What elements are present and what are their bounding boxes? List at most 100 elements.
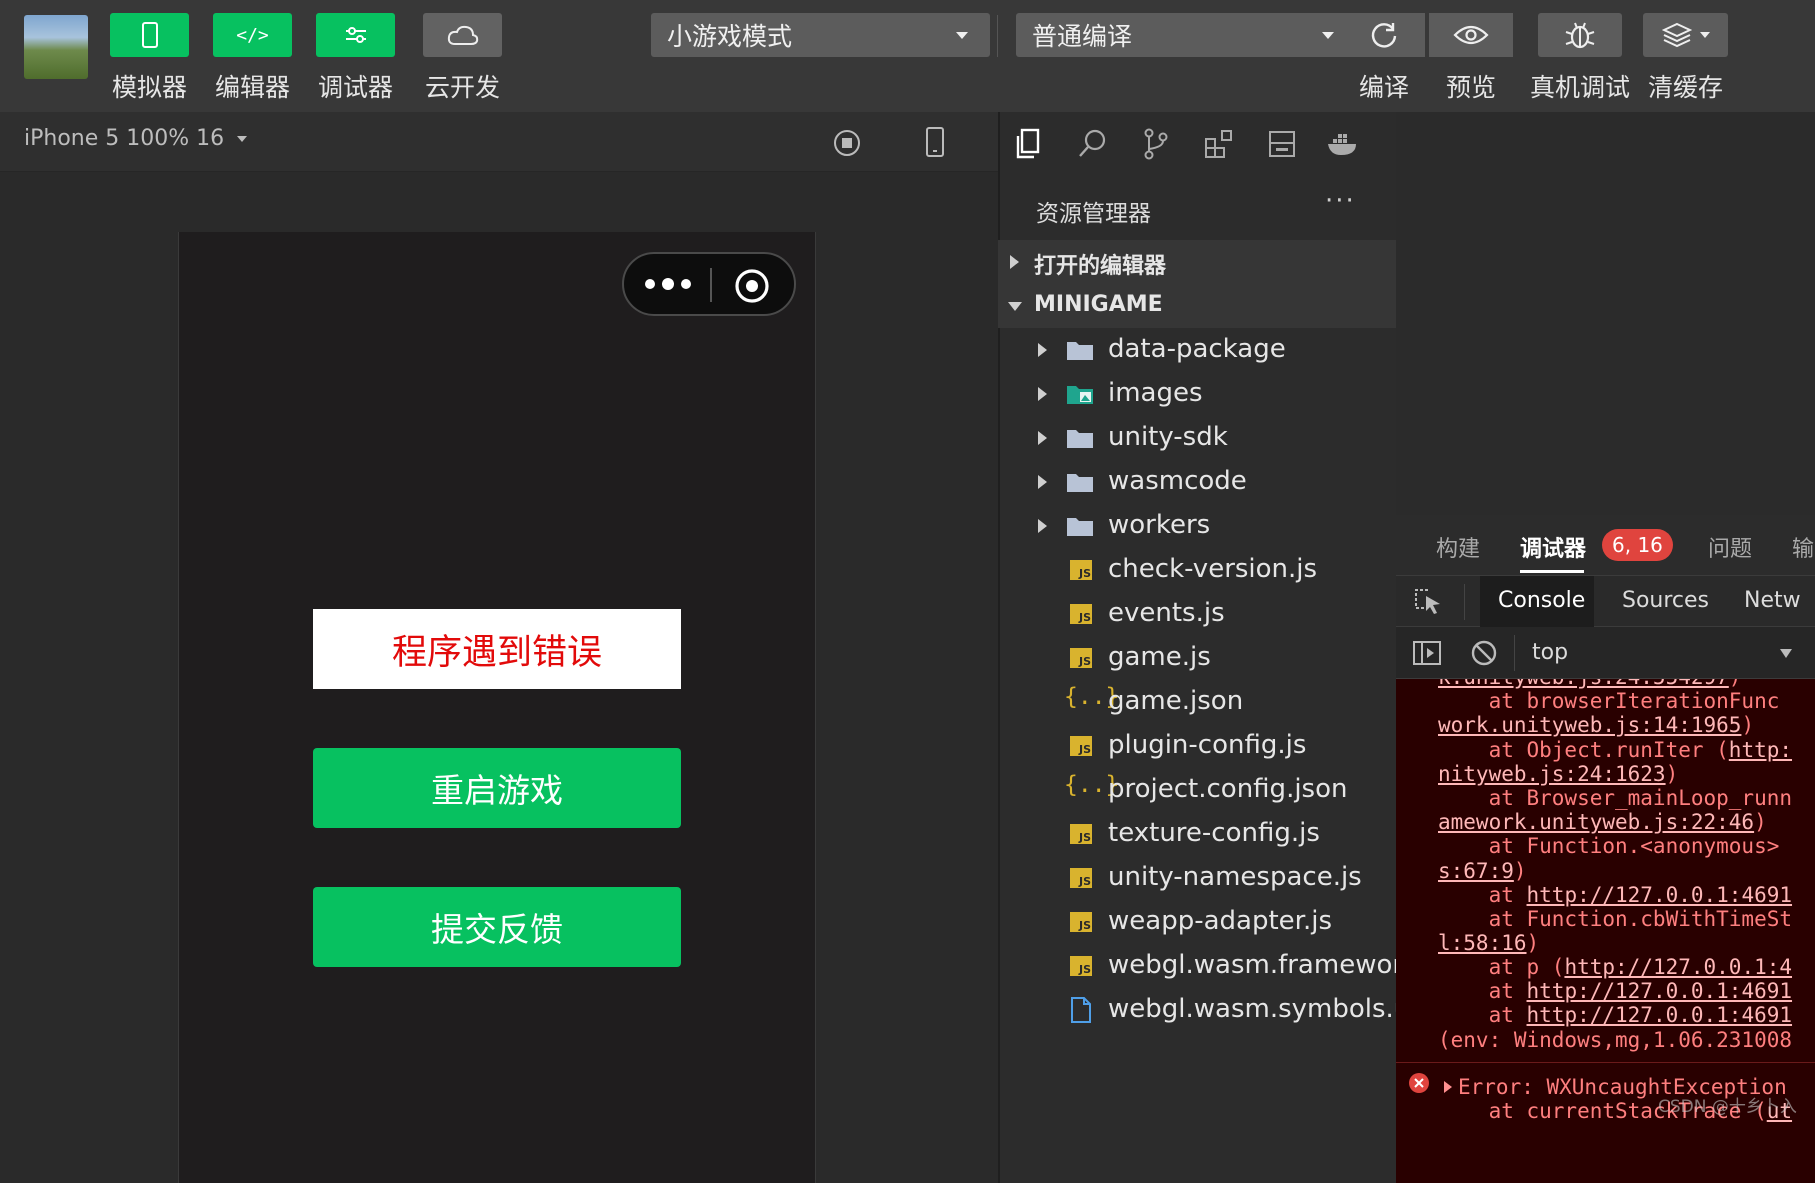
sidebar-toggle-icon[interactable] [1412, 639, 1442, 667]
chevron-right-icon [1010, 255, 1019, 269]
avatar[interactable] [24, 15, 88, 79]
chevron-right-icon [1038, 519, 1047, 533]
chevron-down-icon[interactable] [1780, 649, 1792, 658]
simulator-label: 模拟器 [111, 73, 187, 102]
open-editors-section[interactable]: 打开的编辑器 [998, 240, 1396, 284]
debugger-label: 调试器 [317, 73, 393, 102]
js-file-icon: JS [1070, 736, 1092, 756]
file-name: webgl.wasm.framewor... [1108, 950, 1426, 980]
save-icon[interactable] [1265, 127, 1299, 161]
tab-debugger[interactable]: 调试器 [1520, 531, 1586, 563]
error-icon [1409, 1073, 1429, 1093]
capsule-menu[interactable] [622, 252, 796, 316]
tab-network[interactable]: Netw [1744, 588, 1801, 613]
device-rotate-icon[interactable] [924, 126, 946, 158]
folder-row[interactable]: data-package [998, 328, 1396, 372]
file-row[interactable]: webgl.wasm.symbols.u... [998, 988, 1435, 1032]
chevron-down-icon [237, 136, 248, 142]
console-line: amework.unityweb.js:22:46) [1438, 810, 1767, 834]
console-line: at p (http://127.0.0.1:4 [1438, 955, 1793, 979]
folder-name: workers [1108, 510, 1211, 540]
simulator-button[interactable] [110, 13, 189, 57]
compile-select[interactable]: 普通编译 [1016, 13, 1356, 57]
folder-row[interactable]: wasmcode [998, 460, 1396, 504]
file-row[interactable]: JS check-version.js [998, 548, 1396, 592]
file-row[interactable]: {..} game.json [998, 680, 1396, 724]
project-label: MINIGAME [1034, 292, 1163, 317]
restart-game-button[interactable]: 重启游戏 [313, 748, 681, 828]
editor-label: 编辑器 [214, 73, 290, 102]
console-line: at http://127.0.0.1:4691 [1438, 979, 1793, 1003]
clear-console-icon[interactable] [1470, 639, 1498, 667]
layers-icon [1661, 22, 1692, 48]
status-badge: 6, 16 [1602, 529, 1673, 561]
expand-triangle-icon[interactable] [1444, 1081, 1452, 1093]
folder-icon [1067, 342, 1093, 360]
submit-feedback-button[interactable]: 提交反馈 [313, 887, 681, 967]
file-row[interactable]: JS game.js [998, 636, 1396, 680]
device-select[interactable]: iPhone 5 100% 16 [24, 126, 248, 151]
device-debug-button[interactable] [1538, 13, 1622, 57]
chevron-down-icon [1699, 32, 1710, 38]
activity-bar [998, 112, 1396, 172]
file-row[interactable]: JS plugin-config.js [998, 724, 1396, 768]
code-icon: </> [236, 24, 269, 46]
mode-select[interactable]: 小游戏模式 [651, 13, 990, 57]
explorer-more-button[interactable]: ··· [1325, 186, 1356, 216]
close-target-icon[interactable] [734, 268, 770, 304]
tab-output[interactable]: 输 [1792, 531, 1814, 563]
image-folder-icon [1067, 386, 1093, 404]
folder-row[interactable]: images [998, 372, 1396, 416]
cloud-button[interactable] [423, 13, 502, 57]
bar-divider [1514, 635, 1515, 671]
folder-row[interactable]: unity-sdk [998, 416, 1396, 460]
console-line: nityweb.js:24:1623) [1438, 762, 1679, 786]
clear-cache-button[interactable] [1643, 13, 1728, 57]
docker-icon[interactable] [1326, 127, 1360, 161]
console-line: at browserIterationFunc [1438, 689, 1780, 713]
source-control-icon[interactable] [1139, 127, 1173, 161]
debugger-button[interactable] [316, 13, 395, 57]
file-name: plugin-config.js [1108, 730, 1307, 760]
extensions-icon[interactable] [1202, 127, 1236, 161]
chevron-down-icon [1322, 32, 1334, 39]
more-dots-icon[interactable] [644, 276, 692, 292]
folder-icon [1067, 430, 1093, 448]
tab-build[interactable]: 构建 [1436, 531, 1480, 563]
chevron-right-icon [1038, 387, 1047, 401]
tab-sources[interactable]: Sources [1622, 588, 1709, 613]
search-icon[interactable] [1076, 127, 1110, 161]
console-line: at Function.<anonymous> [1438, 834, 1780, 858]
preview-button[interactable] [1429, 13, 1513, 57]
cloud-icon [447, 25, 478, 45]
project-section[interactable]: MINIGAME [998, 284, 1396, 328]
file-row[interactable]: {..} project.config.json [998, 768, 1396, 812]
editor-button[interactable]: </> [213, 13, 292, 57]
js-file-icon: JS [1070, 824, 1092, 844]
console-output: k.unityweb.js:24:554297) at browserItera… [1396, 679, 1815, 1183]
clear-cache-label: 清缓存 [1647, 73, 1723, 102]
cloud-label: 云开发 [424, 73, 500, 102]
console-line: at Browser_mainLoop_runn [1438, 786, 1793, 810]
stop-icon[interactable] [832, 128, 862, 158]
chevron-down-icon [1008, 302, 1022, 311]
file-name: game.js [1108, 642, 1211, 672]
compile-label: 编译 [1358, 73, 1409, 102]
file-row[interactable]: JS weapp-adapter.js [998, 900, 1396, 944]
mode-select-value: 小游戏模式 [667, 22, 793, 51]
file-row[interactable]: JS texture-config.js [998, 812, 1396, 856]
file-row[interactable]: JS unity-namespace.js [998, 856, 1396, 900]
context-select[interactable]: top [1532, 640, 1568, 665]
files-icon[interactable] [1012, 127, 1046, 161]
compile-button[interactable] [1343, 13, 1425, 57]
tab-problems[interactable]: 问题 [1708, 531, 1752, 563]
preview-label: 预览 [1445, 73, 1496, 102]
inspect-icon[interactable] [1414, 588, 1444, 616]
console-line: at http://127.0.0.1:4691 [1438, 883, 1793, 907]
file-row[interactable]: JS webgl.wasm.framewor... [998, 944, 1425, 988]
capsule-divider [710, 268, 712, 302]
file-name: check-version.js [1108, 554, 1318, 584]
chevron-right-icon [1038, 431, 1047, 445]
file-row[interactable]: JS events.js [998, 592, 1396, 636]
folder-row[interactable]: workers [998, 504, 1396, 548]
